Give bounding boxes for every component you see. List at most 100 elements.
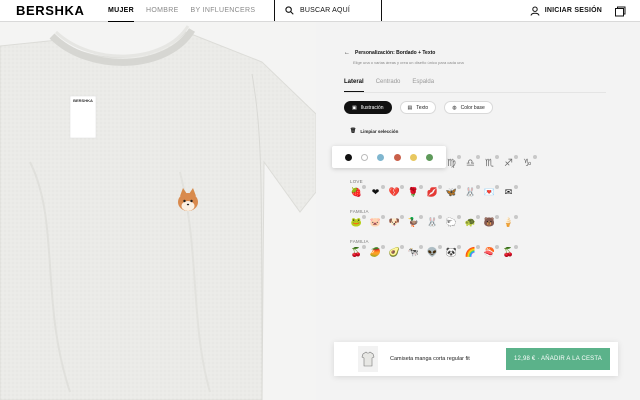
illustration-option[interactable]: 🐼 xyxy=(445,245,461,260)
product-thumbnail xyxy=(358,346,378,372)
trash-icon: 🗑 xyxy=(350,128,357,134)
cart-button[interactable] xyxy=(614,0,626,21)
illustration-option[interactable]: ♍ xyxy=(445,155,461,170)
add-dot-icon xyxy=(381,215,385,219)
illustration-option[interactable]: 💋 xyxy=(426,185,442,200)
illustration-glyph: 🌹 xyxy=(407,188,420,198)
illustration-option[interactable]: 🐶 xyxy=(388,215,404,230)
chip-label: Ilustración xyxy=(360,104,384,111)
add-dot-icon xyxy=(514,215,518,219)
illustration-option[interactable]: ♏ xyxy=(483,155,499,170)
color-swatch[interactable] xyxy=(344,153,352,161)
top-header: BERSHKA MUJER HOMBRE BY INFLUENCERS BUSC… xyxy=(0,0,640,22)
color-swatch[interactable] xyxy=(393,153,401,161)
illustration-option[interactable]: ♎ xyxy=(464,155,480,170)
add-dot-icon xyxy=(438,245,442,249)
illustration-glyph: ♐ xyxy=(504,158,513,169)
add-dot-icon xyxy=(362,215,366,219)
add-dot-icon xyxy=(495,245,499,249)
illustration-glyph: 🍣 xyxy=(483,248,496,258)
illustration-option[interactable]: 🐸 xyxy=(350,215,366,230)
illustration-option[interactable]: 🐑 xyxy=(445,215,461,230)
illustration-option[interactable]: 🐄 xyxy=(407,245,423,260)
illustration-option[interactable]: 🦆 xyxy=(407,215,423,230)
illustration-option[interactable]: 💔 xyxy=(388,185,404,200)
add-dot-icon xyxy=(457,155,461,159)
illustration-option[interactable]: ❤ xyxy=(369,185,385,200)
illustration-option[interactable]: 🥭 xyxy=(369,245,385,260)
search-box[interactable]: BUSCAR AQUÍ xyxy=(274,0,382,21)
chip-texto[interactable]: ▤ Texto xyxy=(399,101,437,114)
add-dot-icon xyxy=(476,215,480,219)
tab-lateral[interactable]: Lateral xyxy=(344,79,364,92)
illustration-option[interactable]: ✉ xyxy=(502,185,518,200)
illustration-option[interactable]: 🌈 xyxy=(464,245,480,260)
chip-ilustracion[interactable]: ▣ Ilustración xyxy=(344,101,392,114)
illustration-glyph: ❤ xyxy=(371,188,380,198)
illustration-glyph: 🍦 xyxy=(502,218,515,228)
illustration-glyph: 🐻 xyxy=(483,218,496,228)
color-swatch[interactable] xyxy=(426,153,434,161)
arrow-left-icon: ← xyxy=(344,50,350,56)
illustration-option[interactable]: 🐰 xyxy=(464,185,480,200)
illustration-option[interactable]: 🦋 xyxy=(445,185,461,200)
tab-centrado[interactable]: Centrado xyxy=(376,79,401,92)
add-dot-icon xyxy=(457,215,461,219)
chip-color-base[interactable]: ◍ Color base xyxy=(444,101,493,114)
illustration-option[interactable]: 🐻 xyxy=(483,215,499,230)
illustration-option[interactable]: 🐷 xyxy=(369,215,385,230)
main-nav: MUJER HOMBRE BY INFLUENCERS xyxy=(108,0,274,22)
add-dot-icon xyxy=(419,185,423,189)
illustration-option[interactable]: 🌹 xyxy=(407,185,423,200)
illustration-option[interactable]: 🐢 xyxy=(464,215,480,230)
add-dot-icon xyxy=(514,185,518,189)
back-button[interactable]: ← Personalización: Bordado + Texto xyxy=(344,50,606,56)
illustration-option[interactable]: 🥑 xyxy=(388,245,404,260)
add-dot-icon xyxy=(400,215,404,219)
placement-tabs: Lateral Centrado Espalda xyxy=(344,79,606,93)
customizer-subtitle: Elige una o varias áreas y crea un diseñ… xyxy=(353,60,464,65)
illustration-option[interactable]: 👽 xyxy=(426,245,442,260)
add-dot-icon xyxy=(495,185,499,189)
add-dot-icon xyxy=(381,245,385,249)
illustration-row: 🐸 🐷 🐶 🦆 🐰 🐑 🐢 🐻 🍦 xyxy=(344,215,606,230)
add-dot-icon xyxy=(476,185,480,189)
login-label: INICIAR SESIÓN xyxy=(544,7,602,14)
color-swatch[interactable] xyxy=(377,153,385,161)
add-dot-icon xyxy=(495,215,499,219)
color-swatch[interactable] xyxy=(409,153,417,161)
add-dot-icon xyxy=(457,185,461,189)
add-dot-icon xyxy=(457,245,461,249)
brand-logo[interactable]: BERSHKA xyxy=(0,0,108,21)
illustration-glyph: 🐰 xyxy=(464,188,477,198)
illustration-option[interactable]: 🍣 xyxy=(483,245,499,260)
illustration-option[interactable]: 🍒 xyxy=(502,245,518,260)
illustration-option[interactable]: 💌 xyxy=(483,185,499,200)
color-swatch[interactable] xyxy=(360,153,368,161)
illustration-icon: ▣ xyxy=(352,104,357,111)
illustration-glyph: 🍓 xyxy=(350,188,363,198)
illustration-glyph: ♎ xyxy=(466,158,475,169)
login-button[interactable]: INICIAR SESIÓN xyxy=(530,0,602,21)
add-dot-icon xyxy=(362,185,366,189)
nav-item-influencers[interactable]: BY INFLUENCERS xyxy=(191,0,256,22)
illustration-option[interactable]: 🍦 xyxy=(502,215,518,230)
add-to-cart-bar: Camiseta manga corta regular fit 12,98 €… xyxy=(334,342,618,376)
illustration-glyph: 🦋 xyxy=(445,188,458,198)
nav-item-hombre[interactable]: HOMBRE xyxy=(146,0,179,22)
nav-item-mujer[interactable]: MUJER xyxy=(108,0,135,22)
add-dot-icon xyxy=(362,245,366,249)
illustration-option[interactable]: 🍓 xyxy=(350,185,366,200)
mode-chips: ▣ Ilustración ▤ Texto ◍ Color base xyxy=(344,101,606,114)
illustration-option[interactable]: ♐ xyxy=(502,155,518,170)
add-dot-icon xyxy=(438,215,442,219)
add-to-cart-button[interactable]: 12,98 € · AÑADIR A LA CESTA xyxy=(506,348,610,370)
illustration-glyph: 🐑 xyxy=(445,218,458,228)
customizer-title: Personalización: Bordado + Texto xyxy=(355,50,436,56)
tab-espalda[interactable]: Espalda xyxy=(412,79,434,92)
illustration-glyph: 🐄 xyxy=(407,248,420,258)
illustration-option[interactable]: 🐰 xyxy=(426,215,442,230)
add-dot-icon xyxy=(533,155,537,159)
illustration-option[interactable]: ♑ xyxy=(521,155,537,170)
illustration-option[interactable]: 🍒 xyxy=(350,245,366,260)
